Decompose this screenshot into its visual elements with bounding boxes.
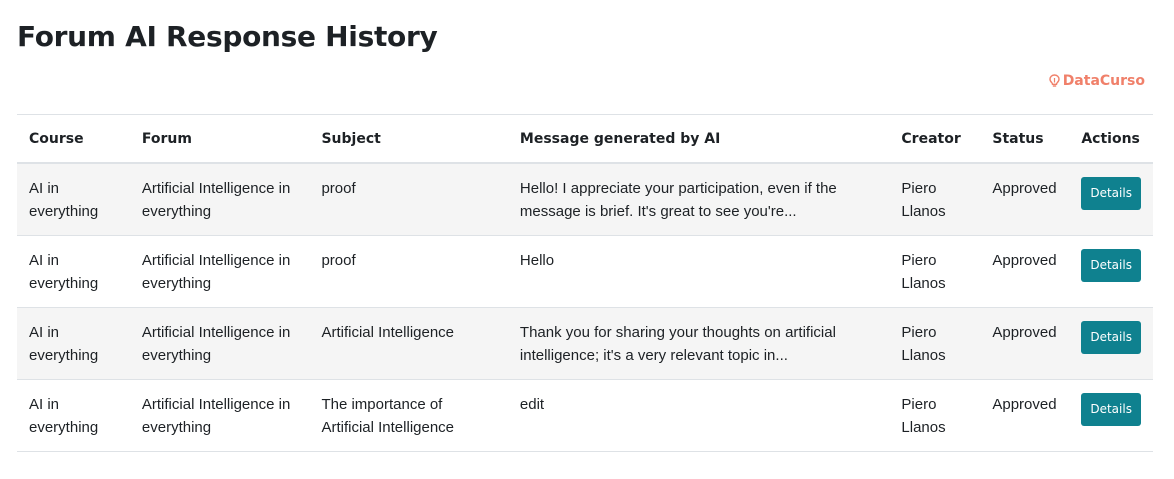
- cell-course: AI in everything: [17, 307, 130, 380]
- table-row: AI in everything Artificial Intelligence…: [17, 235, 1153, 308]
- cell-message: Hello! I appreciate your participation, …: [507, 163, 890, 236]
- cell-subject: The importance of Artificial Intelligenc…: [309, 379, 508, 452]
- details-button[interactable]: Details: [1081, 177, 1141, 210]
- table-row: AI in everything Artificial Intelligence…: [17, 307, 1153, 380]
- details-button[interactable]: Details: [1081, 249, 1141, 282]
- header-forum[interactable]: Forum: [129, 114, 310, 164]
- cell-subject: proof: [309, 163, 508, 236]
- details-button[interactable]: Details: [1081, 393, 1141, 426]
- cell-actions: Details: [1069, 379, 1153, 452]
- cell-forum: Artificial Intelligence in everything: [129, 235, 310, 308]
- cell-subject: proof: [309, 235, 508, 308]
- ai-response-table: Course Forum Subject Message generated b…: [17, 114, 1153, 452]
- cell-course: AI in everything: [17, 163, 130, 236]
- cell-creator: Piero Llanos: [889, 235, 981, 308]
- table-header-row: Course Forum Subject Message generated b…: [17, 114, 1153, 164]
- cell-status: Approved: [980, 235, 1070, 308]
- cell-status: Approved: [980, 307, 1070, 380]
- cell-creator: Piero Llanos: [889, 379, 981, 452]
- cell-creator: Piero Llanos: [889, 163, 981, 236]
- header-course[interactable]: Course: [17, 114, 130, 164]
- cell-status: Approved: [980, 379, 1070, 452]
- cell-status: Approved: [980, 163, 1070, 236]
- header-status[interactable]: Status: [980, 114, 1070, 164]
- datacurso-logo: DataCurso: [1048, 73, 1145, 89]
- brand-name: DataCurso: [1062, 73, 1145, 89]
- cell-course: AI in everything: [17, 235, 130, 308]
- page-title: Forum AI Response History: [17, 20, 438, 53]
- cell-actions: Details: [1069, 163, 1153, 236]
- cell-message: Thank you for sharing your thoughts on a…: [507, 307, 890, 380]
- cell-subject: Artificial Intelligence: [309, 307, 508, 380]
- cell-forum: Artificial Intelligence in everything: [129, 307, 310, 380]
- details-button[interactable]: Details: [1081, 321, 1141, 354]
- cell-actions: Details: [1069, 235, 1153, 308]
- table-row: AI in everything Artificial Intelligence…: [17, 163, 1153, 236]
- lightbulb-icon: [1048, 74, 1060, 87]
- cell-forum: Artificial Intelligence in everything: [129, 163, 310, 236]
- header-actions: Actions: [1069, 114, 1153, 164]
- cell-actions: Details: [1069, 307, 1153, 380]
- cell-forum: Artificial Intelligence in everything: [129, 379, 310, 452]
- cell-message: Hello: [507, 235, 890, 308]
- cell-message: edit: [507, 379, 890, 452]
- table-row: AI in everything Artificial Intelligence…: [17, 379, 1153, 452]
- cell-course: AI in everything: [17, 379, 130, 452]
- header-creator[interactable]: Creator: [889, 114, 981, 164]
- header-message[interactable]: Message generated by AI: [507, 114, 890, 164]
- cell-creator: Piero Llanos: [889, 307, 981, 380]
- header-subject[interactable]: Subject: [309, 114, 508, 164]
